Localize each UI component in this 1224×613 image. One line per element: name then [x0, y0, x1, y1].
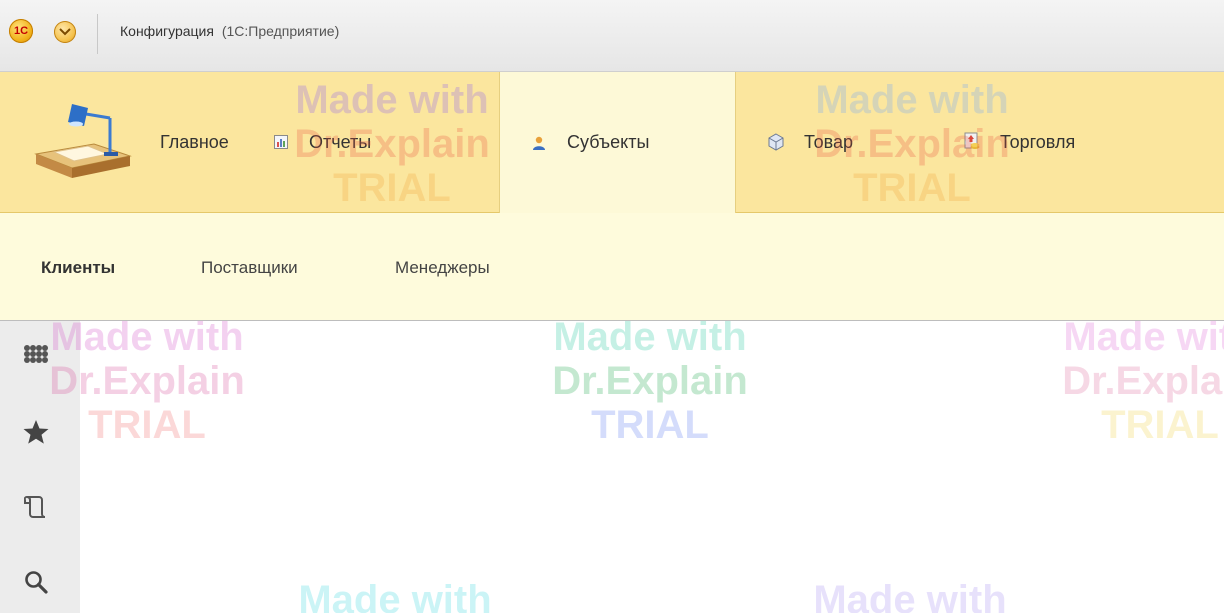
watermark-line-2: Dr.Explain: [552, 359, 748, 403]
favorites-button[interactable]: [18, 414, 54, 450]
app-logo-text: 1C: [13, 25, 29, 37]
function-panel: Клиенты Поставщики Менеджеры: [0, 213, 1224, 321]
watermark-line-2: Dr.Explain: [1062, 359, 1224, 403]
watermark: Made with Dr.Explain TRIAL: [1030, 315, 1224, 447]
func-item-suppliers[interactable]: Поставщики: [201, 258, 298, 278]
app-window: 1C Конфигурация (1С:Предприятие) Главное…: [0, 0, 1224, 613]
app-logo-icon[interactable]: 1C: [9, 19, 33, 43]
watermark-line-3: TRIAL: [1101, 403, 1219, 447]
watermark-line-1: Made with: [813, 578, 1007, 613]
window-title-text: Конфигурация: [120, 23, 214, 39]
person-icon: [529, 133, 549, 153]
watermark: Made with: [780, 578, 1040, 613]
window-subtitle-text: (1С:Предприятие): [221, 23, 340, 39]
box-icon: [766, 132, 786, 152]
section-reports[interactable]: Отчеты: [271, 72, 371, 212]
home-desk-icon[interactable]: [30, 100, 134, 180]
section-trade-label: Торговля: [1000, 131, 1076, 152]
title-bar: 1C Конфигурация (1С:Предприятие): [0, 0, 1224, 72]
section-subjects-label: Субъекты: [567, 132, 650, 152]
func-item-clients[interactable]: Клиенты: [41, 258, 115, 278]
main-menu-button[interactable]: [54, 21, 76, 43]
section-trade[interactable]: Торговля: [962, 72, 1075, 212]
window-title: Конфигурация (1С:Предприятие): [120, 23, 339, 39]
watermark-line-1: Made with: [553, 315, 747, 359]
all-functions-button[interactable]: [18, 339, 54, 375]
sections-panel: Главное Отчеты Субъекты Товар Торговля: [0, 72, 1224, 213]
history-icon: [24, 496, 46, 518]
history-button[interactable]: [18, 489, 54, 525]
watermark-line-1: Made with: [1063, 315, 1224, 359]
watermark: Made with Dr.Explain TRIAL: [520, 315, 780, 447]
grid-icon: [24, 345, 48, 363]
section-reports-label: Отчеты: [309, 131, 372, 152]
section-goods[interactable]: Товар: [766, 72, 853, 212]
tool-panel: [0, 321, 80, 613]
section-main[interactable]: Главное: [160, 72, 229, 212]
watermark-line-1: Made with: [298, 578, 492, 613]
report-icon: [271, 132, 291, 152]
title-separator: [97, 14, 98, 54]
desk-lamp-icon: [34, 104, 132, 178]
chevron-down-icon: [59, 28, 71, 36]
watermark-line-3: TRIAL: [591, 403, 709, 447]
section-goods-label: Товар: [804, 131, 853, 152]
search-button[interactable]: [18, 564, 54, 600]
watermark: Made with: [265, 578, 525, 613]
search-icon: [25, 571, 48, 594]
section-main-label: Главное: [160, 131, 229, 152]
section-subjects[interactable]: Субъекты: [499, 72, 736, 213]
trade-icon: [962, 132, 982, 152]
func-item-managers[interactable]: Менеджеры: [395, 258, 490, 278]
star-icon: [23, 420, 49, 444]
